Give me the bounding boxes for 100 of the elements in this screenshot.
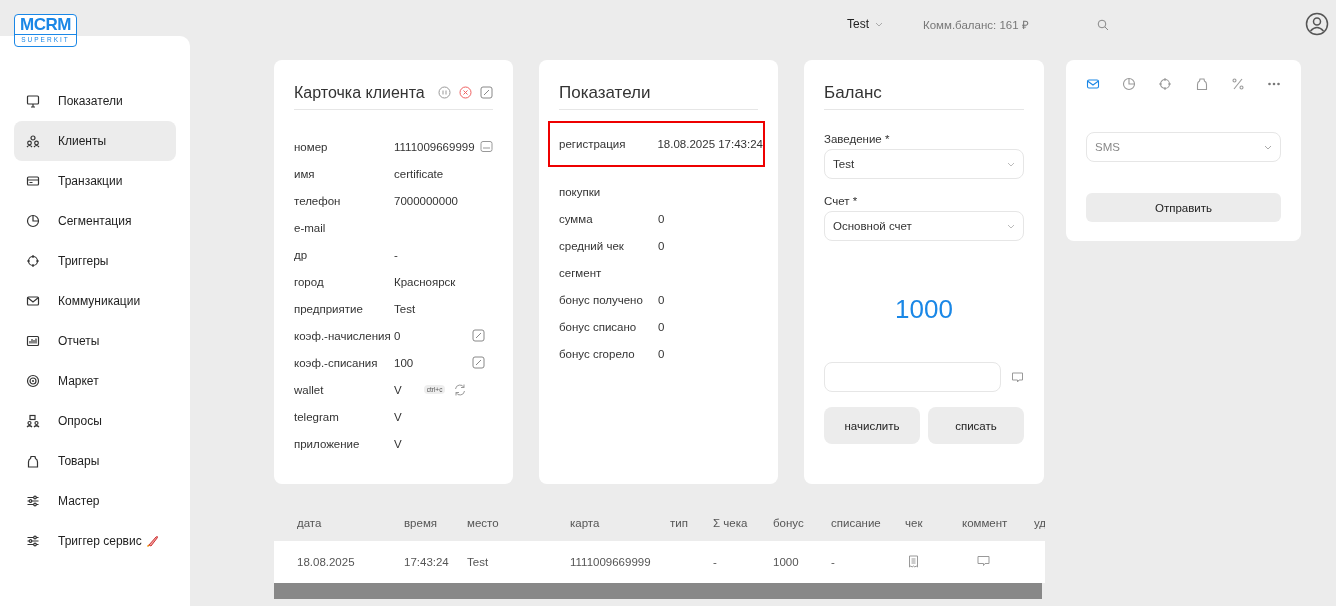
- channel-dropdown[interactable]: SMS: [1086, 132, 1281, 162]
- send-button[interactable]: Отправить: [1086, 193, 1281, 222]
- field-label: предприятие: [294, 302, 364, 315]
- field-label: telegram: [294, 410, 340, 423]
- close-icon[interactable]: [459, 86, 472, 99]
- field-label: средний чек: [559, 239, 625, 252]
- field-value: Test: [394, 302, 416, 315]
- envelope-icon: [26, 294, 40, 308]
- balance-amount: 1000: [894, 294, 954, 324]
- sidebar-item[interactable]: Мастер: [14, 481, 176, 521]
- edit-icon[interactable]: [480, 86, 493, 99]
- balance-text: Комм.баланс: 161 ₽: [923, 18, 1029, 32]
- field-label: Заведение *: [824, 133, 891, 147]
- column-header: списание: [831, 517, 882, 529]
- sidebar-item[interactable]: Маркет: [14, 361, 176, 401]
- card-title: Карточка клиента: [294, 82, 426, 103]
- card-icon[interactable]: [480, 140, 493, 153]
- field-value: 0: [658, 212, 665, 225]
- table-cell-text: 1000: [773, 556, 800, 568]
- pause-icon[interactable]: [438, 86, 451, 99]
- sliders-icon: [26, 534, 40, 548]
- bag-icon[interactable]: [1194, 77, 1209, 91]
- sidebar-item[interactable]: Отчеты: [14, 321, 176, 361]
- field-value: certificate: [394, 167, 444, 180]
- sidebar-item[interactable]: Сегментация: [14, 201, 176, 241]
- field-label: приложение: [294, 437, 361, 450]
- edit-icon[interactable]: [472, 356, 485, 369]
- table-cell-text: 18.08.2025: [297, 556, 356, 568]
- comment-icon[interactable]: [1011, 370, 1024, 384]
- card-title: Показатели: [559, 76, 758, 110]
- field-value: 0: [658, 293, 665, 306]
- sidebar-item[interactable]: Показатели: [14, 81, 176, 121]
- receipt-icon[interactable]: [908, 554, 919, 568]
- edit-icon[interactable]: [472, 329, 485, 342]
- sidebar-item[interactable]: Триггер сервис: [14, 521, 176, 561]
- avatar-icon[interactable]: [1304, 12, 1329, 36]
- logo-title: MCRM: [20, 15, 71, 34]
- pie-chart-icon[interactable]: [1122, 77, 1137, 91]
- caret-icon: [1007, 161, 1015, 167]
- card-title: Баланс: [824, 76, 1024, 110]
- sidebar-item[interactable]: Опросы: [14, 401, 176, 441]
- field-value: 0: [658, 320, 665, 333]
- field-value: 7000000000: [394, 194, 458, 207]
- field-label: др: [294, 248, 309, 261]
- field-label: регистрация: [559, 138, 627, 150]
- field-value: -: [394, 248, 398, 261]
- target-icon: [26, 374, 40, 388]
- field-label: бонус сгорело: [559, 347, 636, 360]
- dropdown[interactable]: Основной счет: [824, 211, 1024, 241]
- field-label: e-mail: [294, 221, 327, 234]
- monitor-icon: [26, 94, 40, 108]
- sidebar-item[interactable]: Коммуникации: [14, 281, 176, 321]
- sidebar-item[interactable]: Клиенты: [14, 121, 176, 161]
- field-label: коэф.-списания: [294, 356, 379, 369]
- field-value: Красноярск: [394, 275, 456, 288]
- field-value: 1111009669999: [394, 140, 475, 153]
- company-selector[interactable]: Test: [847, 17, 883, 31]
- field-value: 0: [394, 329, 401, 342]
- field-label: Счет *: [824, 195, 859, 209]
- field-label: город: [294, 275, 325, 288]
- sidebar-item[interactable]: Товары: [14, 441, 176, 481]
- search-icon[interactable]: [1096, 19, 1109, 31]
- field-value: V: [394, 383, 402, 396]
- table-cell-text: 1111009669999: [570, 556, 652, 568]
- field-label: сумма: [559, 212, 594, 225]
- field-value: 0: [658, 239, 665, 252]
- crosshair-icon[interactable]: [1158, 77, 1173, 91]
- field-value: V: [394, 437, 402, 450]
- column-header: бонус: [773, 517, 805, 529]
- caret-icon: [875, 21, 883, 27]
- sidebar-item[interactable]: Транзакции: [14, 161, 176, 201]
- comment-icon[interactable]: [977, 555, 990, 567]
- report-icon: [26, 334, 40, 348]
- table-cell-text: -: [831, 556, 836, 568]
- action-button[interactable]: начислить: [824, 407, 920, 444]
- sidebar-item[interactable]: Триггеры: [14, 241, 176, 281]
- field-value: V: [394, 410, 402, 423]
- column-header: Σ чека: [713, 517, 749, 529]
- crosshair-icon: [26, 254, 40, 268]
- action-button[interactable]: списать: [928, 407, 1024, 444]
- column-header: тип: [670, 517, 689, 529]
- bag-icon: [26, 454, 40, 468]
- poll-icon: [26, 414, 40, 428]
- comment-field[interactable]: [824, 362, 1001, 392]
- refresh-icon[interactable]: [453, 382, 468, 397]
- column-header: время: [404, 517, 439, 529]
- field-value: 18.08.2025 17:43:24: [657, 138, 763, 150]
- percent-icon[interactable]: [1230, 77, 1245, 91]
- column-header: коммент: [962, 517, 1009, 529]
- envelope-icon[interactable]: [1086, 77, 1100, 91]
- dropdown[interactable]: Test: [824, 149, 1024, 179]
- column-header: карта: [570, 517, 601, 529]
- sliders-icon: [26, 494, 40, 508]
- pie-chart-icon: [26, 214, 40, 228]
- scrollbar[interactable]: [274, 583, 1042, 599]
- table-cell-text: Test: [467, 556, 490, 568]
- table-cell-text: -: [713, 556, 718, 568]
- caret-icon: [1264, 144, 1272, 150]
- field-value: 0: [658, 347, 665, 360]
- field-label: wallet: [294, 383, 325, 396]
